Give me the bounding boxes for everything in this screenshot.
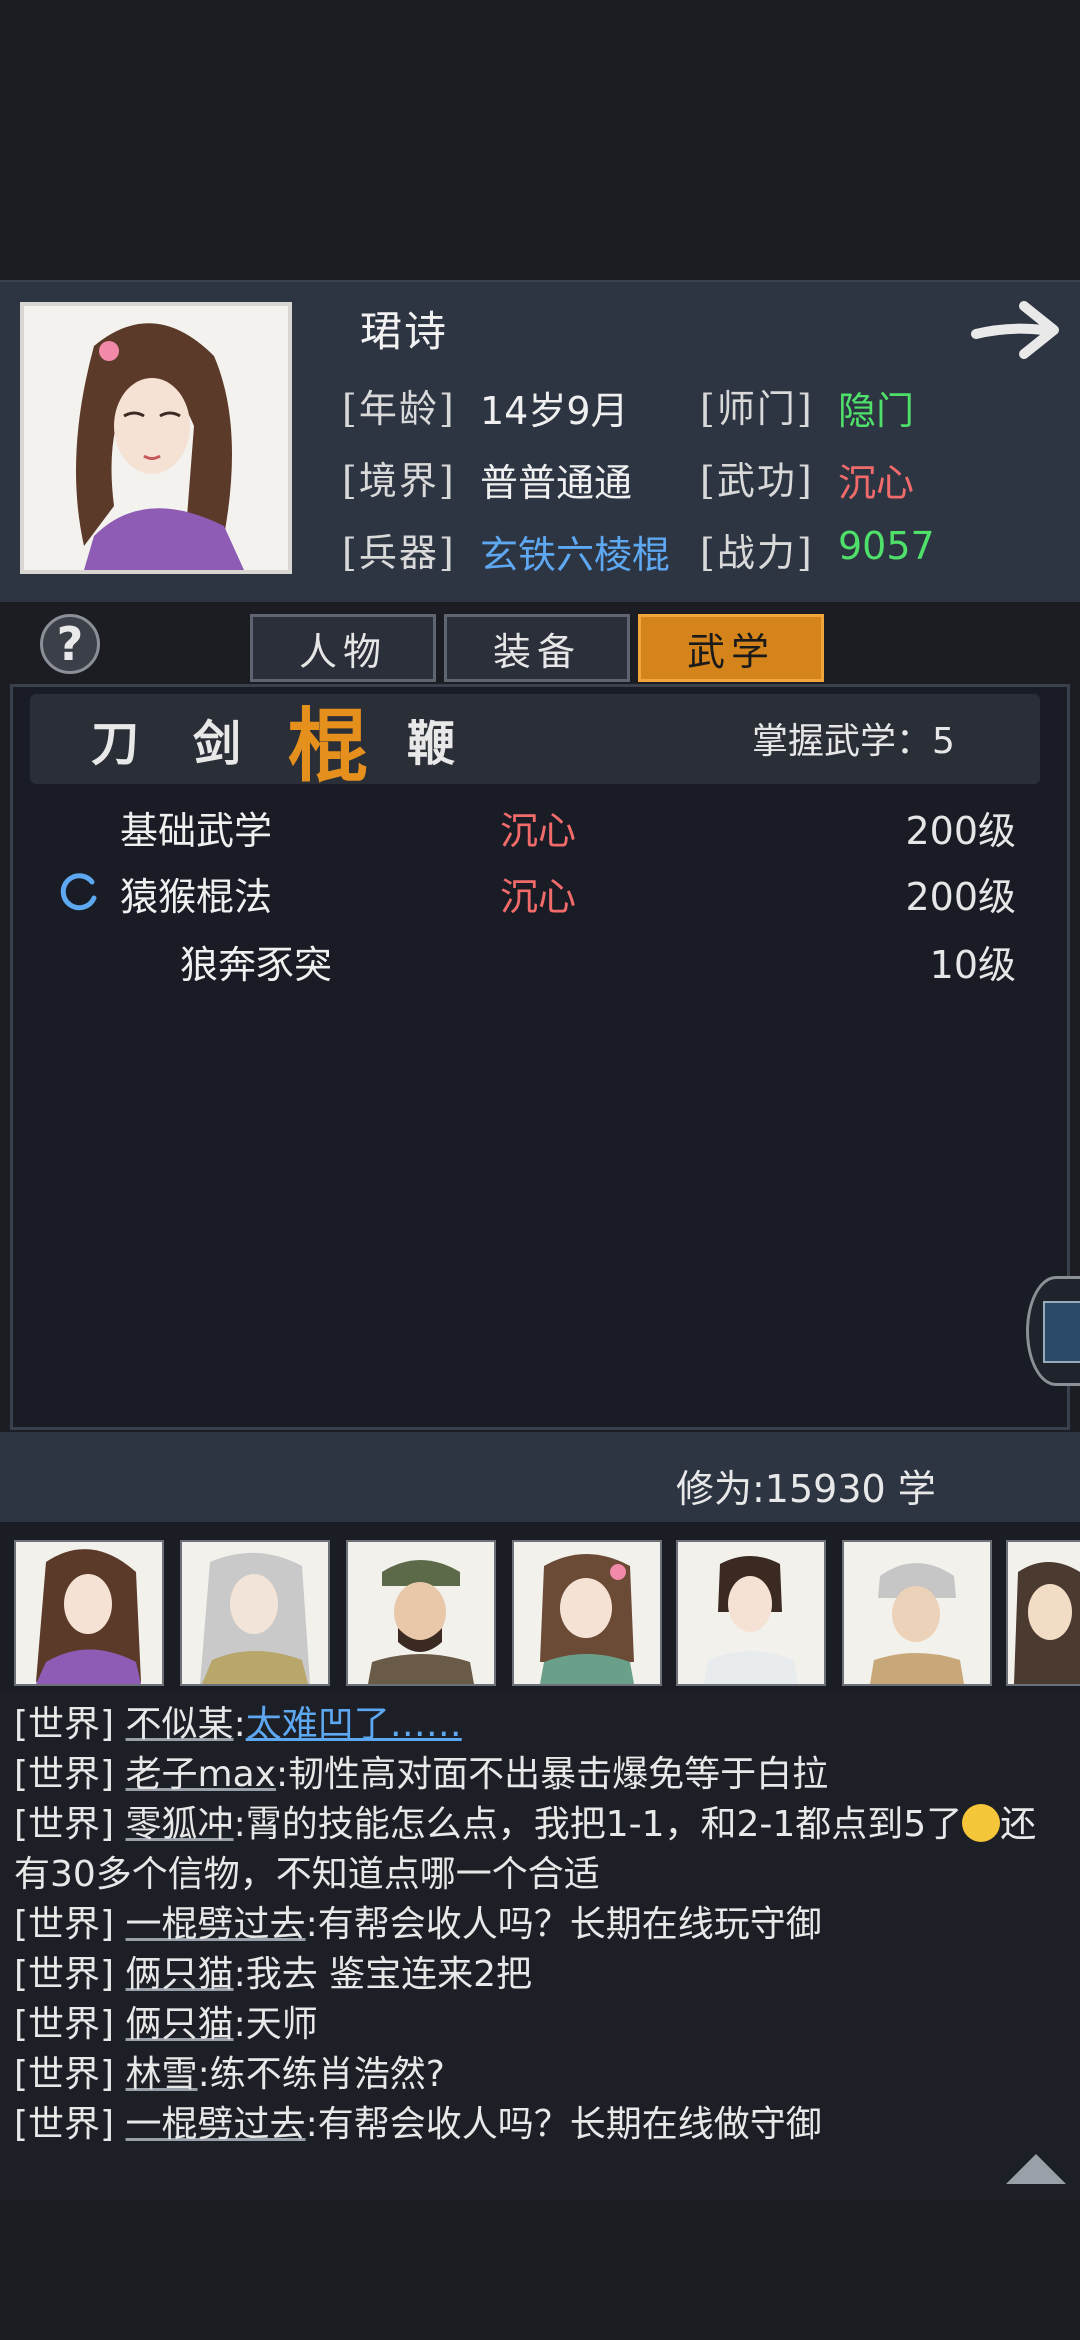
weapon-type-staff[interactable]: 棍	[278, 690, 378, 793]
skill-name[interactable]: 狼奔豕突	[180, 934, 332, 989]
avatar[interactable]	[842, 1540, 992, 1686]
avatar[interactable]	[14, 1540, 164, 1686]
chat-message: [世界] 俩只猫:天师	[14, 2004, 318, 2045]
chat-channel: [世界]	[14, 1754, 115, 1795]
portrait-illustration	[24, 306, 288, 570]
character-name: 珺诗	[360, 307, 449, 356]
chat-channel: [世界]	[14, 1804, 115, 1845]
age-label: [年龄]	[342, 387, 456, 431]
skill-level: 200级	[905, 809, 1016, 853]
realm-label: [境界]	[342, 459, 456, 503]
chat-text: 韧性高对面不出暴击爆免等于白拉	[288, 1754, 829, 1795]
chat-user[interactable]: 林雪	[126, 2054, 198, 2095]
character-portrait[interactable]	[20, 302, 292, 574]
chat-user[interactable]: 俩只猫	[126, 1954, 234, 1995]
avatar[interactable]	[512, 1540, 662, 1686]
avatar[interactable]	[346, 1540, 496, 1686]
mastered-count: 掌握武学：5	[752, 721, 955, 762]
avatar[interactable]	[676, 1540, 826, 1686]
chat-message: [世界] 不似某:太难凹了……	[14, 1704, 462, 1745]
chat-channel: [世界]	[14, 1704, 115, 1745]
chat-text-tail: 还	[1000, 1804, 1037, 1845]
weapon-type-whip[interactable]: 鞭	[394, 702, 468, 776]
chat-text: 有30多个信物，不知道点哪一个合适	[14, 1854, 600, 1895]
chat-text: 有帮会收人吗？长期在线玩守御	[317, 1904, 822, 1945]
chat-message: [世界] 一棍劈过去:有帮会收人吗？长期在线玩守御	[14, 1904, 822, 1945]
skill-name[interactable]: 猿猴棍法	[120, 866, 272, 921]
chat-message: 有30多个信物，不知道点哪一个合适	[14, 1850, 1064, 1900]
chat-message: [世界] 零狐冲:霄的技能怎么点，我把1-1，和2-1都点到5了还	[14, 1804, 1037, 1845]
power-label: [战力]	[700, 531, 814, 575]
chat-channel: [世界]	[14, 2054, 115, 2095]
chat-user[interactable]: 不似某	[126, 1704, 234, 1745]
tab-equipment[interactable]: 装备	[444, 614, 630, 682]
chat-user[interactable]: 老子max	[126, 1754, 276, 1795]
laughing-emoji-icon	[962, 1804, 1001, 1842]
weapon-type-sword[interactable]: 剑	[180, 702, 254, 776]
martial-value: 沉心	[838, 461, 915, 505]
chat-channel: [世界]	[14, 2004, 115, 2045]
skill-level: 200级	[905, 875, 1016, 919]
chat-user[interactable]: 一棍劈过去	[126, 1904, 306, 1945]
chat-text: 练不练肖浩然?	[209, 2054, 445, 2095]
weapon-type-blade[interactable]: 刀	[78, 702, 152, 776]
avatar[interactable]	[180, 1540, 330, 1686]
chat-channel: [世界]	[14, 1904, 115, 1945]
chat-message: [世界] 俩只猫:我去 鉴宝连来2把	[14, 1954, 533, 1995]
chat-text: 霄的技能怎么点，我把1-1，和2-1都点到5了	[245, 1804, 963, 1845]
sect-value: 隐门	[838, 389, 915, 433]
chat-message: [世界] 老子max:韧性高对面不出暴击爆免等于白拉	[14, 1754, 829, 1795]
martial-label: [武功]	[700, 459, 814, 503]
chat-text: 天师	[245, 2004, 318, 2045]
skill-style: 沉心	[500, 875, 577, 919]
training-spinner-icon	[60, 872, 100, 912]
chat-channel: [世界]	[14, 1954, 115, 1995]
chat-user[interactable]: 俩只猫	[126, 2004, 234, 2045]
chat-message: [世界] 一棍劈过去:有帮会收人吗？长期在线做守御	[14, 2104, 822, 2145]
chat-channel: [世界]	[14, 2104, 115, 2145]
tab-martial-arts[interactable]: 武学	[638, 614, 824, 682]
next-character-arrow-icon[interactable]	[968, 290, 1068, 370]
weapon-label: [兵器]	[342, 531, 456, 575]
age-value: 14岁9月	[480, 389, 629, 433]
chat-user[interactable]: 一棍劈过去	[126, 2104, 306, 2145]
skill-name[interactable]: 基础武学	[120, 800, 272, 855]
skill-level: 10级	[929, 943, 1016, 987]
realm-value: 普普通通	[480, 461, 633, 505]
scroll-book-icon	[1043, 1301, 1080, 1363]
weapon-value[interactable]: 玄铁六棱棍	[480, 524, 670, 579]
chat-user[interactable]: 零狐冲	[126, 1804, 234, 1845]
sect-label: [师门]	[700, 387, 814, 431]
power-value: 9057	[838, 524, 935, 568]
avatar[interactable]	[1006, 1540, 1080, 1686]
expand-chat-icon[interactable]	[1006, 2150, 1066, 2186]
side-panel-handle[interactable]	[1026, 1276, 1080, 1386]
martial-arts-panel	[10, 684, 1070, 1430]
chat-text: 有帮会收人吗？长期在线做守御	[317, 2104, 822, 2145]
tab-character[interactable]: 人物	[250, 614, 436, 682]
help-button[interactable]: ?	[40, 614, 100, 674]
chat-message: [世界] 林雪:练不练肖浩然?	[14, 2054, 445, 2095]
skill-style: 沉心	[500, 809, 577, 853]
chat-text[interactable]: 太难凹了……	[246, 1704, 462, 1745]
chat-text: 我去 鉴宝连来2把	[245, 1954, 533, 1995]
